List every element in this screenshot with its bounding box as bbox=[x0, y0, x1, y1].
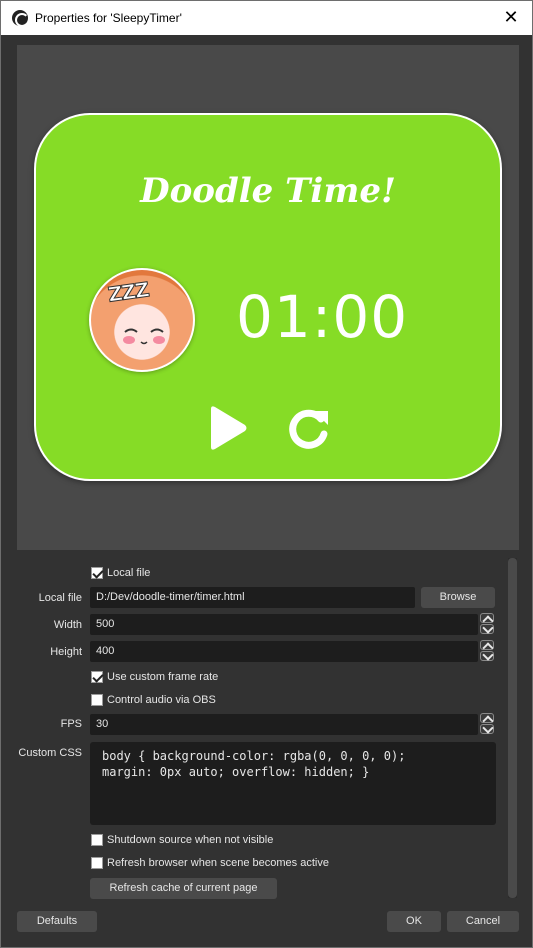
defaults-button[interactable]: Defaults bbox=[17, 911, 97, 932]
checkbox-box[interactable] bbox=[91, 857, 103, 869]
ok-button[interactable]: OK bbox=[387, 911, 441, 932]
avatar-zzz-text: ZZZ bbox=[106, 277, 150, 307]
checkbox-label: Shutdown source when not visible bbox=[107, 834, 274, 846]
fps-stepper[interactable] bbox=[480, 713, 496, 735]
custom-css-textarea[interactable]: body { background-color: rgba(0, 0, 0, 0… bbox=[90, 742, 496, 825]
sleepy-avatar: ZZZ bbox=[89, 268, 195, 372]
chevron-down-icon[interactable] bbox=[480, 724, 494, 734]
timer-heading: Doodle Time! bbox=[140, 171, 396, 211]
checkbox-box[interactable] bbox=[91, 694, 103, 706]
checkbox-box[interactable] bbox=[91, 834, 103, 846]
scrollbar-thumb[interactable] bbox=[508, 558, 517, 898]
shutdown-source-checkbox[interactable]: Shutdown source when not visible bbox=[91, 833, 273, 847]
height-stepper[interactable] bbox=[480, 640, 496, 662]
properties-form: Local file Local file D:/Dev/doodle-time… bbox=[1, 556, 532, 901]
checkbox-box[interactable] bbox=[91, 567, 103, 579]
play-icon[interactable] bbox=[208, 405, 248, 451]
checkbox-label: Local file bbox=[107, 567, 151, 579]
cancel-button[interactable]: Cancel bbox=[447, 911, 519, 932]
checkbox-label: Refresh browser when scene becomes activ… bbox=[107, 857, 329, 869]
local-file-checkbox[interactable]: Local file bbox=[91, 566, 150, 580]
browser-source-preview: Doodle Time! ZZZ 01:00 bbox=[17, 45, 519, 550]
fps-input[interactable]: 30 bbox=[90, 714, 478, 735]
chevron-down-icon[interactable] bbox=[480, 651, 494, 661]
height-input[interactable]: 400 bbox=[90, 641, 478, 662]
reset-icon[interactable] bbox=[286, 405, 332, 451]
close-icon[interactable]: ✕ bbox=[500, 6, 522, 28]
local-file-path-input[interactable]: D:/Dev/doodle-timer/timer.html bbox=[90, 587, 415, 608]
refresh-cache-button[interactable]: Refresh cache of current page bbox=[90, 878, 277, 899]
checkbox-label: Use custom frame rate bbox=[107, 671, 219, 683]
obs-logo-icon bbox=[12, 10, 29, 27]
timer-countdown: 01:00 bbox=[236, 283, 409, 351]
timer-card: Doodle Time! ZZZ 01:00 bbox=[34, 113, 502, 481]
height-label: Height bbox=[50, 646, 82, 658]
window-title: Properties for 'SleepyTimer' bbox=[35, 11, 182, 25]
local-file-label: Local file bbox=[38, 592, 82, 604]
control-audio-checkbox[interactable]: Control audio via OBS bbox=[91, 693, 216, 707]
checkbox-label: Control audio via OBS bbox=[107, 694, 216, 706]
custom-frame-rate-checkbox[interactable]: Use custom frame rate bbox=[91, 670, 218, 684]
fps-label: FPS bbox=[60, 718, 82, 730]
avatar-face-icon bbox=[123, 328, 165, 345]
properties-window: Properties for 'SleepyTimer' ✕ Doodle Ti… bbox=[0, 0, 533, 948]
width-stepper[interactable] bbox=[480, 613, 496, 635]
refresh-on-active-checkbox[interactable]: Refresh browser when scene becomes activ… bbox=[91, 856, 329, 870]
width-input[interactable]: 500 bbox=[90, 614, 478, 635]
checkbox-box[interactable] bbox=[91, 671, 103, 683]
custom-css-label: Custom CSS bbox=[18, 747, 82, 759]
chevron-down-icon[interactable] bbox=[480, 624, 494, 634]
width-label: Width bbox=[53, 619, 82, 631]
browse-button[interactable]: Browse bbox=[421, 587, 495, 608]
title-bar[interactable]: Properties for 'SleepyTimer' ✕ bbox=[1, 1, 532, 35]
